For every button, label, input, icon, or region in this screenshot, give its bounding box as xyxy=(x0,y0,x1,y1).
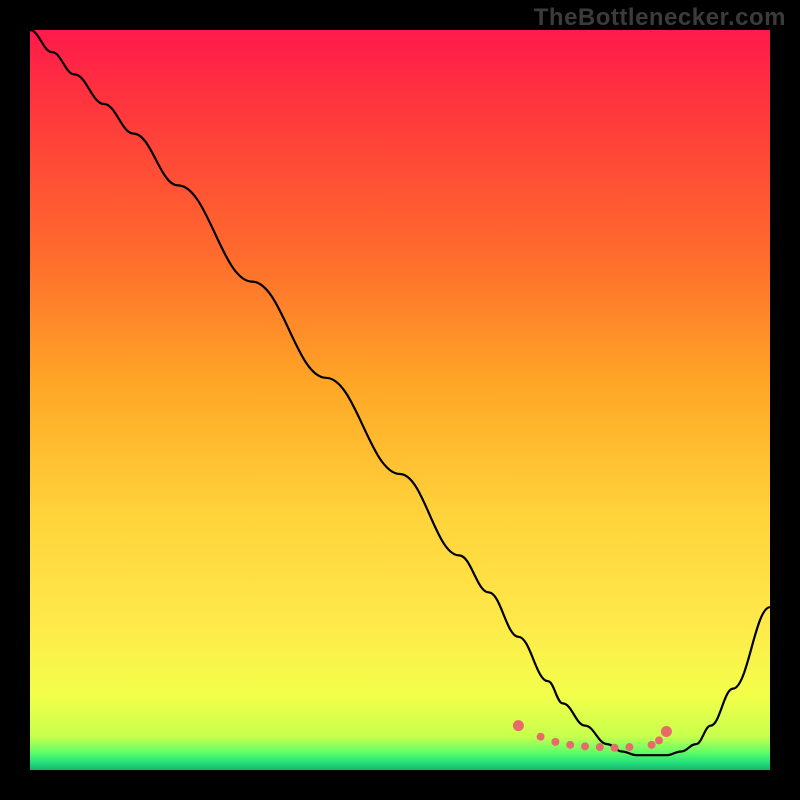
optimal-dot xyxy=(596,743,604,751)
chart-frame: TheBottlenecker.com xyxy=(0,0,800,800)
optimal-dot xyxy=(648,741,656,749)
optimal-dot xyxy=(537,733,545,741)
optimal-dot xyxy=(655,736,663,744)
optimal-dot xyxy=(611,744,619,752)
optimal-dot xyxy=(581,742,589,750)
optimal-dot xyxy=(625,743,633,751)
optimal-dot xyxy=(661,726,672,737)
gradient-background xyxy=(30,30,770,770)
optimal-dot xyxy=(551,738,559,746)
optimal-dot xyxy=(566,741,574,749)
watermark-text: TheBottlenecker.com xyxy=(534,4,786,32)
plot-area xyxy=(30,30,770,770)
optimal-dot xyxy=(513,720,524,731)
chart-svg xyxy=(30,30,770,770)
